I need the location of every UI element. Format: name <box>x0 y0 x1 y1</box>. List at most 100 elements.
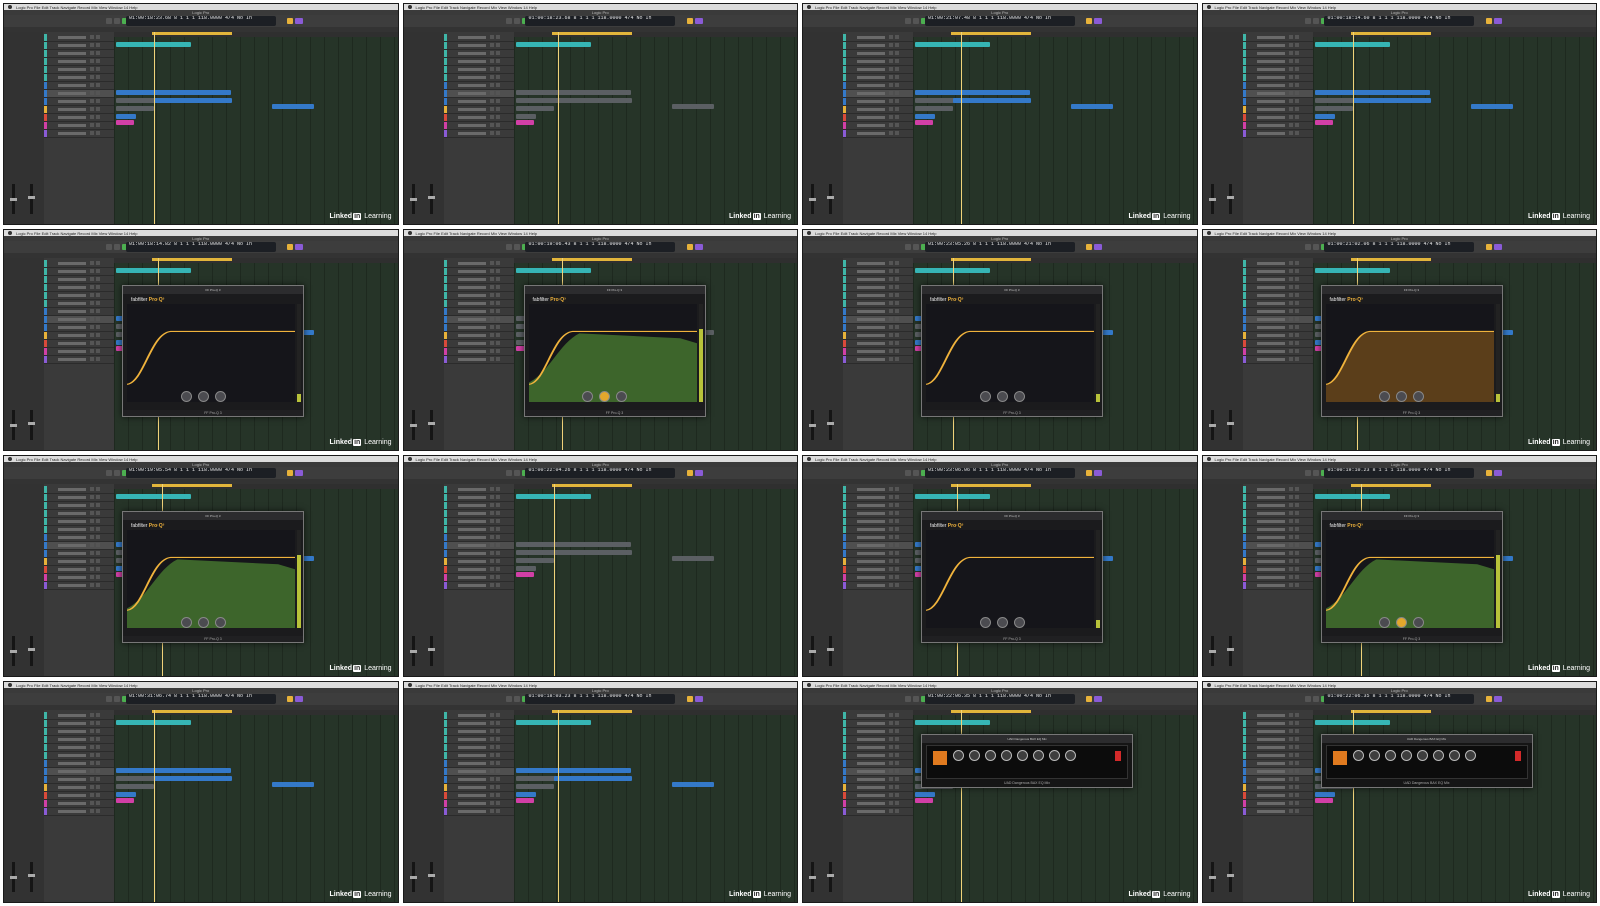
solo-button[interactable] <box>895 745 899 749</box>
channel-fader[interactable] <box>827 862 834 892</box>
mute-button[interactable] <box>1288 269 1293 273</box>
track-header[interactable] <box>44 268 114 276</box>
mute-button[interactable] <box>489 575 494 579</box>
audio-region[interactable] <box>515 106 554 111</box>
audio-region[interactable] <box>915 120 933 125</box>
channel-fader[interactable] <box>10 636 17 666</box>
solo-button[interactable] <box>1294 785 1299 789</box>
track-header[interactable] <box>1242 82 1313 90</box>
track-header[interactable] <box>44 332 114 340</box>
mute-button[interactable] <box>1288 333 1293 337</box>
apple-icon[interactable] <box>8 231 12 235</box>
mute-button[interactable] <box>90 769 94 773</box>
menu-items[interactable]: Logic Pro File Edit Track Navigate Recor… <box>815 683 937 688</box>
lcd-display[interactable]: 01:00:23:06.06 8 1 1 1 118.0000 4/4 No I… <box>924 468 1075 478</box>
solo-button[interactable] <box>1294 309 1299 313</box>
mute-button[interactable] <box>90 261 94 265</box>
solo-button[interactable] <box>96 729 100 733</box>
mute-button[interactable] <box>1288 131 1293 135</box>
ruler[interactable] <box>913 258 1197 263</box>
forward-button[interactable] <box>513 696 520 702</box>
track-header[interactable] <box>1242 486 1313 494</box>
mute-button[interactable] <box>90 729 94 733</box>
mute-button[interactable] <box>1288 527 1293 531</box>
track-header[interactable] <box>44 792 114 800</box>
smart-tempo-button[interactable] <box>295 18 304 24</box>
track-header[interactable] <box>1242 42 1313 50</box>
mute-button[interactable] <box>90 801 94 805</box>
cycle-region[interactable] <box>951 484 1031 487</box>
solo-button[interactable] <box>895 99 899 103</box>
cycle-button[interactable] <box>686 470 693 476</box>
uad-bax-eq-window[interactable]: UAD Dangerous BAX EQ Mix UAD Dangerous BA… <box>1320 734 1533 788</box>
mute-button[interactable] <box>889 713 893 717</box>
mute-button[interactable] <box>489 503 494 507</box>
track-header[interactable] <box>443 308 514 316</box>
mute-button[interactable] <box>889 115 893 119</box>
solo-button[interactable] <box>96 575 100 579</box>
plugin-title-bar[interactable]: FF Pro-Q 3 <box>123 286 303 294</box>
solo-button[interactable] <box>895 301 899 305</box>
audio-region[interactable] <box>515 572 534 577</box>
solo-button[interactable] <box>1294 333 1299 337</box>
mute-button[interactable] <box>1288 107 1293 111</box>
track-header[interactable] <box>44 42 114 50</box>
track-header[interactable] <box>843 284 913 292</box>
plugin-title-bar[interactable]: FF Pro-Q 3 <box>524 286 705 294</box>
track-header[interactable] <box>44 300 114 308</box>
apple-icon[interactable] <box>407 5 412 9</box>
track-header[interactable] <box>1242 316 1313 324</box>
solo-button[interactable] <box>495 801 500 805</box>
rewind-button[interactable] <box>505 244 512 250</box>
smart-tempo-button[interactable] <box>1094 18 1103 24</box>
track-header[interactable] <box>44 90 114 98</box>
solo-button[interactable] <box>1294 277 1299 281</box>
mute-button[interactable] <box>489 729 494 733</box>
solo-button[interactable] <box>96 341 100 345</box>
solo-button[interactable] <box>895 761 899 765</box>
eq-curve-display[interactable] <box>926 530 1094 628</box>
ruler[interactable] <box>114 258 398 263</box>
track-header[interactable] <box>443 90 514 98</box>
solo-button[interactable] <box>495 745 500 749</box>
cycle-button[interactable] <box>1485 244 1492 250</box>
channel-fader[interactable] <box>1226 410 1234 440</box>
power-button[interactable] <box>1514 751 1521 761</box>
mute-button[interactable] <box>90 745 94 749</box>
lcd-display[interactable]: 01:00:22:04.26 8 1 1 1 118.0000 4/4 No I… <box>525 468 675 478</box>
solo-button[interactable] <box>495 503 500 507</box>
solo-button[interactable] <box>96 503 100 507</box>
mute-button[interactable] <box>889 583 893 587</box>
track-header[interactable] <box>843 340 913 348</box>
track-header[interactable] <box>1242 526 1313 534</box>
solo-button[interactable] <box>96 317 100 321</box>
track-header[interactable] <box>843 58 913 66</box>
track-header[interactable] <box>443 574 514 582</box>
mute-button[interactable] <box>489 91 494 95</box>
solo-button[interactable] <box>1294 519 1299 523</box>
mute-button[interactable] <box>889 495 893 499</box>
solo-button[interactable] <box>1294 713 1299 717</box>
solo-button[interactable] <box>96 131 100 135</box>
solo-button[interactable] <box>96 761 100 765</box>
mute-button[interactable] <box>489 59 494 63</box>
solo-button[interactable] <box>495 131 500 135</box>
mute-button[interactable] <box>90 317 94 321</box>
rewind-button[interactable] <box>1304 18 1311 24</box>
lcd-display[interactable]: 01:00:18:23.68 8 1 1 1 118.0000 4/4 No I… <box>125 16 276 26</box>
track-header[interactable] <box>44 776 114 784</box>
lcd-display[interactable]: 01:00:31:06.74 8 1 1 1 118.0000 4/4 No I… <box>125 694 276 704</box>
mute-button[interactable] <box>489 511 494 515</box>
channel-fader[interactable] <box>1208 410 1216 440</box>
solo-button[interactable] <box>895 583 899 587</box>
bax-eq-faceplate[interactable] <box>1325 745 1528 779</box>
solo-button[interactable] <box>495 293 500 297</box>
solo-button[interactable] <box>96 269 100 273</box>
solo-button[interactable] <box>96 349 100 353</box>
track-header[interactable] <box>443 114 514 122</box>
track-header[interactable] <box>1242 736 1313 744</box>
cycle-button[interactable] <box>1086 696 1093 702</box>
mute-button[interactable] <box>1288 737 1293 741</box>
solo-button[interactable] <box>895 349 899 353</box>
ruler[interactable] <box>1312 258 1596 263</box>
